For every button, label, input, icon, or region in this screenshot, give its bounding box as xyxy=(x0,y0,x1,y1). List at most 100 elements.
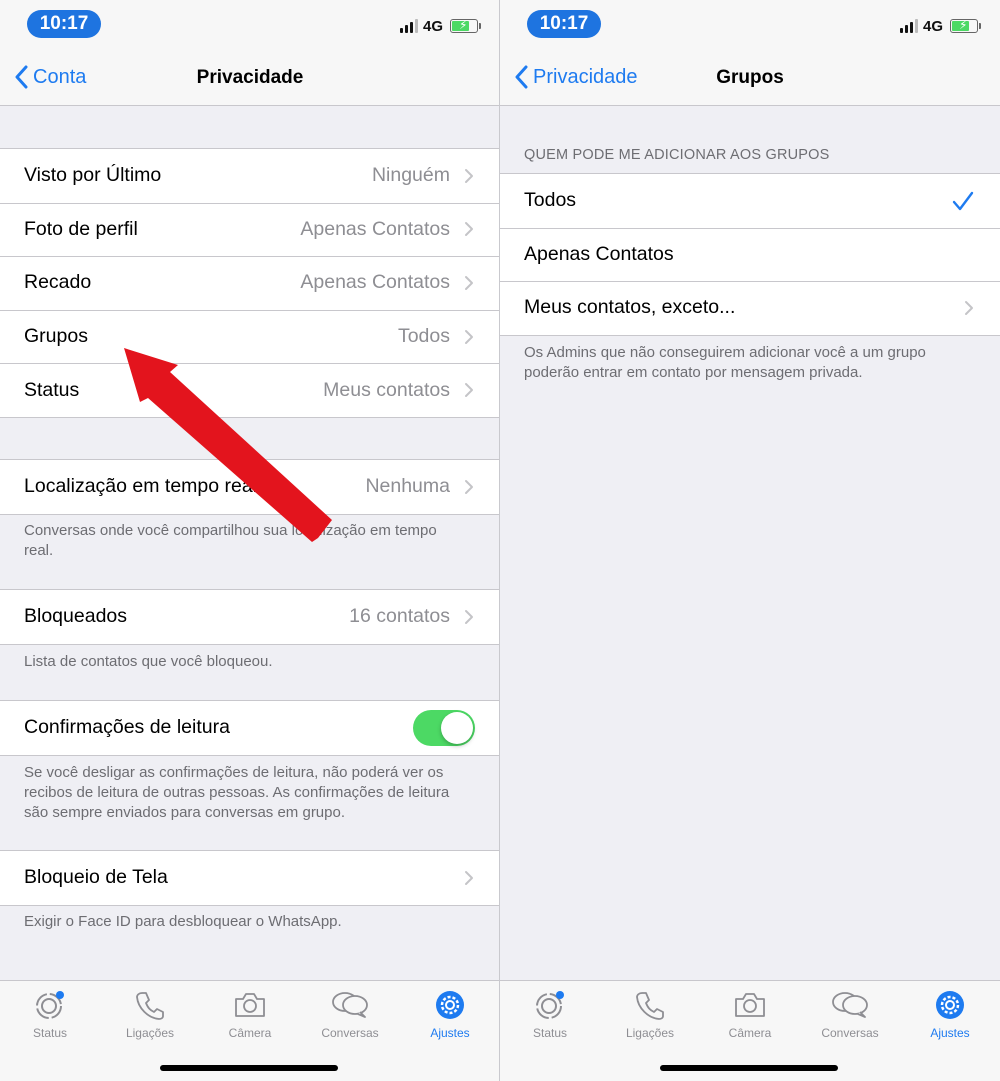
row-value: Apenas Contatos xyxy=(300,271,450,294)
network-type: 4G xyxy=(422,17,443,35)
page-title: Grupos xyxy=(716,67,784,88)
phone-icon xyxy=(636,992,664,1020)
tab-settings[interactable]: Ajustes xyxy=(400,987,499,1040)
row-live-location[interactable]: Localização em tempo real Nenhuma xyxy=(0,460,499,514)
option-everyone[interactable]: Todos xyxy=(500,174,1000,228)
chevron-right-icon xyxy=(965,300,973,315)
row-label: Visto por Último xyxy=(24,164,162,187)
chevron-right-icon xyxy=(465,870,473,885)
tab-label: Ajustes xyxy=(930,1026,970,1040)
page-title: Privacidade xyxy=(196,67,304,88)
tab-bar: Status Ligações Câmera Conversas Ajustes xyxy=(500,980,1000,1081)
row-label: Recado xyxy=(24,271,92,294)
chevron-right-icon xyxy=(465,168,473,183)
tab-label: Conversas xyxy=(321,1026,379,1040)
status-bar: 10:17 4G ⚡ xyxy=(500,0,1000,50)
camera-icon xyxy=(735,993,765,1017)
tab-label: Ajustes xyxy=(430,1026,470,1040)
group-permission-options: Todos Apenas Contatos Meus contatos, exc… xyxy=(500,173,1000,336)
row-label: Foto de perfil xyxy=(24,217,138,240)
status-icon xyxy=(536,991,564,1019)
screen-lock-group: Bloqueio de Tela xyxy=(0,850,499,906)
tab-label: Câmera xyxy=(228,1026,272,1040)
row-profile-photo[interactable]: Foto de perfil Apenas Contatos xyxy=(0,202,499,257)
live-location-note: Conversas onde você compartilhou sua loc… xyxy=(24,522,437,559)
tab-calls[interactable]: Ligações xyxy=(600,987,700,1040)
option-contacts-except[interactable]: Meus contatos, exceto... xyxy=(500,281,1000,335)
nav-bar: Privacidade Grupos xyxy=(500,50,1000,106)
home-indicator xyxy=(660,1065,838,1071)
tab-label: Conversas xyxy=(821,1026,879,1040)
tab-label: Câmera xyxy=(728,1026,772,1040)
row-label: Bloqueados xyxy=(24,605,128,628)
tab-status[interactable]: Status xyxy=(0,987,100,1040)
row-screen-lock[interactable]: Bloqueio de Tela xyxy=(0,851,499,905)
tab-bar: Status Ligações Câmera Conversas Ajustes xyxy=(0,980,499,1081)
chevron-right-icon xyxy=(465,609,473,624)
tab-label: Status xyxy=(532,1026,568,1040)
chat-bubbles-icon xyxy=(832,992,868,1018)
tab-camera[interactable]: Câmera xyxy=(200,987,300,1040)
chevron-right-icon xyxy=(465,275,473,290)
status-time: 10:17 xyxy=(27,10,101,38)
screen-lock-note: Exigir o Face ID para desbloquear o What… xyxy=(24,913,342,930)
tab-camera[interactable]: Câmera xyxy=(700,987,800,1040)
tab-chats[interactable]: Conversas xyxy=(300,987,400,1040)
status-icon xyxy=(36,991,64,1019)
status-time: 10:17 xyxy=(527,10,601,38)
row-groups[interactable]: Grupos Todos xyxy=(0,309,499,364)
chevron-right-icon xyxy=(465,222,473,237)
chat-bubbles-icon xyxy=(332,992,368,1018)
battery-icon: ⚡ xyxy=(450,18,481,33)
tab-status[interactable]: Status xyxy=(500,987,600,1040)
signal-icon xyxy=(399,19,418,33)
row-label: Meus contatos, exceto... xyxy=(524,296,736,319)
blocked-group: Bloqueados 16 contatos xyxy=(0,589,499,645)
chevron-right-icon xyxy=(465,329,473,344)
row-blocked[interactable]: Bloqueados 16 contatos xyxy=(0,590,499,644)
live-location-group: Localização em tempo real Nenhuma xyxy=(0,459,499,515)
signal-icon xyxy=(899,19,918,33)
row-label: Grupos xyxy=(24,325,88,348)
row-label: Bloqueio de Tela xyxy=(24,866,168,889)
row-value: Nenhuma xyxy=(365,475,450,498)
chevron-right-icon xyxy=(465,479,473,494)
tab-label: Ligações xyxy=(125,1026,175,1040)
row-label: Status xyxy=(24,378,80,401)
row-label: Localização em tempo real xyxy=(24,475,258,498)
row-value: Todos xyxy=(397,325,450,348)
battery-icon: ⚡ xyxy=(950,18,981,33)
settings-gear-icon xyxy=(436,991,464,1019)
row-label: Apenas Contatos xyxy=(524,242,674,265)
toggle-knob xyxy=(441,712,473,744)
row-last-seen[interactable]: Visto por Último Ninguém xyxy=(0,149,499,203)
privacy-settings-group: Visto por Último Ninguém Foto de perfil … xyxy=(0,148,499,418)
read-receipts-toggle[interactable] xyxy=(413,710,475,746)
row-value: Apenas Contatos xyxy=(300,217,450,240)
tab-settings[interactable]: Ajustes xyxy=(900,987,1000,1040)
read-receipts-group: Confirmações de leitura xyxy=(0,700,499,756)
settings-gear-icon xyxy=(936,991,964,1019)
groups-screen: 10:17 4G ⚡ Privacidade Grupos QUEM PODE … xyxy=(500,0,1000,1081)
row-about[interactable]: Recado Apenas Contatos xyxy=(0,256,499,310)
camera-icon xyxy=(235,993,265,1017)
phone-icon xyxy=(136,992,164,1020)
section-header: QUEM PODE ME ADICIONAR AOS GRUPOS xyxy=(524,147,830,163)
blocked-note: Lista de contatos que você bloqueou. xyxy=(24,653,273,670)
status-bar: 10:17 4G ⚡ xyxy=(0,0,499,50)
network-type: 4G xyxy=(922,17,943,35)
groups-note: Os Admins que não conseguirem adicionar … xyxy=(524,344,926,381)
row-label: Todos xyxy=(524,189,577,212)
tab-label: Ligações xyxy=(625,1026,675,1040)
row-value: 16 contatos xyxy=(349,605,450,628)
row-label: Confirmações de leitura xyxy=(24,716,230,739)
option-contacts-only[interactable]: Apenas Contatos xyxy=(500,227,1000,282)
row-status[interactable]: Status Meus contatos xyxy=(0,363,499,417)
checkmark-icon xyxy=(952,191,974,210)
read-receipts-note: Se você desligar as confirmações de leit… xyxy=(24,764,450,821)
tab-chats[interactable]: Conversas xyxy=(800,987,900,1040)
tab-calls[interactable]: Ligações xyxy=(100,987,200,1040)
row-value: Ninguém xyxy=(371,164,450,187)
privacy-screen: 10:17 4G ⚡ Conta Privacidade Visto por Ú… xyxy=(0,0,500,1081)
row-read-receipts: Confirmações de leitura xyxy=(0,701,499,755)
